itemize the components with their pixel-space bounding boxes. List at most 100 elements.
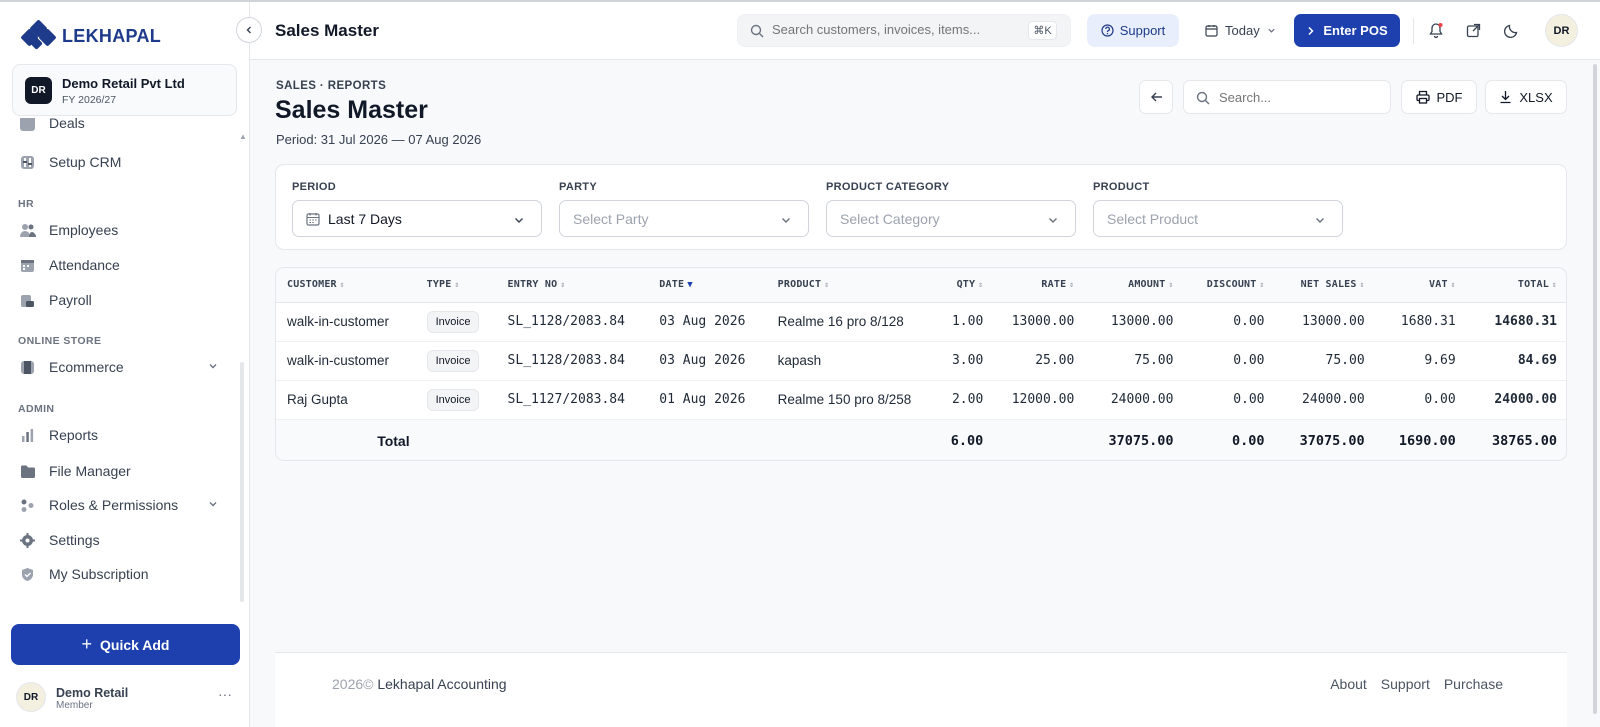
chevron-down-icon: [780, 213, 792, 229]
col-date[interactable]: DATE ▼: [648, 268, 766, 302]
product-placeholder: Select Product: [1107, 210, 1199, 227]
quick-add-button[interactable]: + Quick Add: [11, 624, 240, 665]
category-select[interactable]: Select Category: [826, 200, 1076, 237]
date-range-picker[interactable]: Today: [1205, 14, 1285, 47]
user-name: Demo Retail: [56, 686, 129, 700]
sidebar-item-deals[interactable]: Deals: [20, 118, 85, 131]
xlsx-label: XLSX: [1519, 89, 1553, 105]
col-type[interactable]: TYPE ⇕: [416, 268, 497, 302]
sidebar-item-reports[interactable]: Reports: [20, 427, 98, 443]
col-entry-no[interactable]: ENTRY NO ⇕: [497, 268, 649, 302]
enter-pos-button[interactable]: Enter POS: [1294, 14, 1400, 47]
footer-link-purchase[interactable]: Purchase: [1444, 676, 1503, 692]
footer-link-about[interactable]: About: [1330, 676, 1367, 692]
global-search-input[interactable]: [772, 22, 1022, 37]
col-product[interactable]: PRODUCT ⇕: [767, 268, 939, 302]
sidebar-item-payroll[interactable]: Payroll: [20, 292, 92, 308]
sidebar-item-attendance[interactable]: Attendance: [20, 257, 120, 273]
cell-entry-no[interactable]: SL_1128/2083.84: [497, 302, 649, 341]
main-content: SALES · REPORTS Sales Master Period: 31 …: [250, 60, 1600, 727]
col-net-sales[interactable]: NET SALES ⇕: [1276, 268, 1376, 302]
sidebar-item-label: Settings: [49, 532, 100, 548]
section-online-store: ONLINE STORE: [18, 335, 102, 347]
header-title: Sales Master: [275, 21, 379, 40]
cell-vat: 9.69: [1424, 353, 1456, 368]
cell-product: kapash: [777, 353, 822, 368]
sidebar-item-label: Reports: [49, 427, 99, 443]
bell-icon[interactable]: [1426, 20, 1446, 40]
brand-logo[interactable]: LEKHAPAL: [20, 19, 161, 50]
page-title: Sales Master: [275, 96, 428, 124]
cell-amount: 75.00: [1134, 353, 1174, 368]
footer-links: About Support Purchase: [1330, 676, 1503, 692]
sidebar-item-employees[interactable]: Employees: [20, 222, 118, 238]
sidebar-item-ecommerce[interactable]: Ecommerce: [20, 359, 217, 375]
roles-icon: [20, 498, 35, 513]
plus-icon: +: [81, 634, 92, 654]
cell-customer: walk-in-customer: [287, 314, 390, 329]
party-select[interactable]: Select Party: [559, 200, 809, 237]
sidebar-item-my-subscription[interactable]: My Subscription: [20, 566, 149, 582]
sort-icon: ⇕: [1168, 280, 1174, 290]
filter-panel: PERIOD Last 7 Days PARTY Select Party PR…: [275, 164, 1567, 250]
report-search[interactable]: [1183, 80, 1391, 114]
sidebar-item-label: Employees: [49, 222, 119, 238]
sidebar-scrollbar[interactable]: [240, 362, 244, 602]
header-avatar[interactable]: DR: [1545, 14, 1578, 47]
chevron-down-icon: [1268, 28, 1275, 33]
cell-qty: 3.00: [951, 353, 984, 368]
back-button[interactable]: [1139, 80, 1173, 114]
table-row[interactable]: walk-in-customer Invoice SL_1128/2083.84…: [276, 302, 1566, 341]
period-select[interactable]: Last 7 Days: [292, 200, 542, 237]
table-header-row: CUSTOMER ⇕ TYPE ⇕ ENTRY NO ⇕ DATE ▼ PRODUCT ⇕…: [276, 268, 1566, 302]
cell-qty: 2.00: [951, 392, 984, 407]
global-search[interactable]: ⌘K: [737, 14, 1071, 47]
scroll-up-icon[interactable]: ▲: [239, 132, 247, 141]
user-role: Member: [56, 700, 93, 711]
gear-icon: [20, 532, 35, 548]
col-discount[interactable]: DISCOUNT ⇕: [1184, 268, 1275, 302]
col-rate[interactable]: RATE ⇕: [994, 268, 1085, 302]
collapse-sidebar-button[interactable]: [236, 17, 262, 43]
product-select[interactable]: Select Product: [1093, 200, 1343, 237]
store-icon: [20, 360, 35, 375]
cell-date: 03 Aug 2026: [659, 314, 746, 329]
col-total[interactable]: TOTAL ⇕: [1467, 268, 1566, 302]
chevron-left-icon: [246, 26, 251, 34]
report-search-input[interactable]: [1219, 90, 1379, 105]
sidebar-item-setup-crm[interactable]: Setup CRM: [20, 154, 121, 170]
pdf-button[interactable]: PDF: [1401, 80, 1477, 114]
col-qty[interactable]: QTY ⇕: [939, 268, 995, 302]
xlsx-button[interactable]: XLSX: [1485, 80, 1567, 114]
company-switcher[interactable]: DR Demo Retail Pvt Ltd FY 2026/27: [12, 64, 237, 116]
sidebar-item-label: Setup CRM: [49, 154, 122, 170]
col-amount[interactable]: AMOUNT ⇕: [1085, 268, 1184, 302]
more-icon[interactable]: ···: [218, 686, 232, 702]
table-row[interactable]: Raj Gupta Invoice SL_1127/2083.84 01 Aug…: [276, 380, 1566, 419]
cell-product: Realme 150 pro 8/258: [777, 392, 912, 407]
main-scrollbar[interactable]: [1593, 64, 1597, 714]
cell-entry-no[interactable]: SL_1128/2083.84: [497, 341, 649, 380]
help-circle-icon: [1101, 24, 1114, 37]
sidebar-item-settings[interactable]: Settings: [20, 532, 100, 548]
section-admin: ADMIN: [18, 403, 55, 415]
support-button[interactable]: Support: [1087, 14, 1179, 47]
footer-link-support[interactable]: Support: [1381, 676, 1430, 692]
users-icon: [20, 223, 36, 238]
col-vat[interactable]: VAT ⇕: [1376, 268, 1467, 302]
cell-date: 03 Aug 2026: [659, 353, 746, 368]
external-link-icon[interactable]: [1463, 20, 1483, 40]
sidebar-item-file-manager[interactable]: File Manager: [20, 463, 131, 479]
sort-desc-icon: ▼: [687, 280, 693, 291]
category-filter-label: PRODUCT CATEGORY: [826, 181, 950, 193]
moon-icon[interactable]: [1501, 20, 1521, 40]
user-profile[interactable]: DR Demo Retail Member ···: [16, 682, 236, 714]
col-customer[interactable]: CUSTOMER ⇕: [276, 268, 416, 302]
cell-amount: 13000.00: [1110, 314, 1174, 329]
sidebar-item-roles-permissions[interactable]: Roles & Permissions: [20, 497, 217, 513]
download-icon: [1500, 91, 1511, 104]
sidebar-item-label: Roles & Permissions: [49, 497, 179, 513]
arrow-left-icon: [1150, 92, 1162, 102]
cell-entry-no[interactable]: SL_1127/2083.84: [497, 380, 649, 419]
table-row[interactable]: walk-in-customer Invoice SL_1128/2083.84…: [276, 341, 1566, 380]
